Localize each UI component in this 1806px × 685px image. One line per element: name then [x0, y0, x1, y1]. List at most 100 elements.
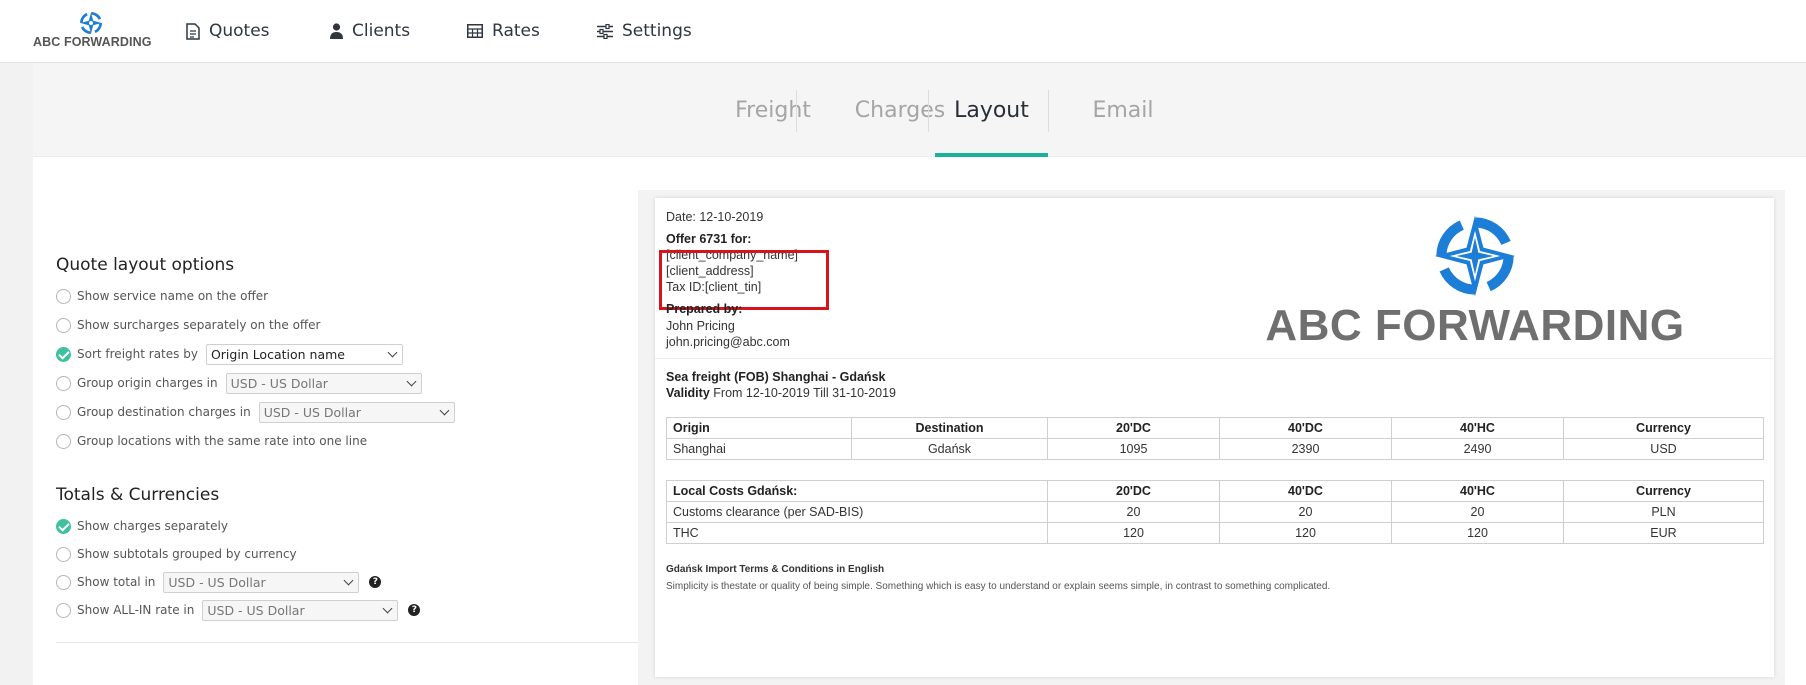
- help-icon[interactable]: ?: [369, 576, 382, 588]
- column-header: Local Costs Gdańsk:: [666, 480, 1048, 502]
- table-cell: 20: [1219, 501, 1392, 523]
- table-cell: 20: [1391, 501, 1564, 523]
- option-sort-freight[interactable]: Sort freight rates by Origin Location na…: [56, 343, 403, 365]
- compass-logo-icon: [1434, 215, 1516, 297]
- active-tab-indicator: [935, 153, 1048, 157]
- offer-for-label: Offer 6731 for:: [666, 232, 752, 246]
- help-icon[interactable]: ?: [408, 604, 421, 616]
- document-icon: [186, 22, 200, 40]
- chevron-down-icon: [387, 347, 398, 357]
- freight-title: Sea freight (FOB) Shanghai - Gdańsk: [666, 370, 885, 384]
- table-header-row: Local Costs Gdańsk: 20'DC 40'DC 40'HC Cu…: [666, 480, 1764, 502]
- option-label: Group locations with the same rate into …: [77, 434, 368, 448]
- tab-layout[interactable]: Layout: [935, 63, 1048, 157]
- radio-show-total[interactable]: [56, 574, 71, 590]
- option-label: Sort freight rates by: [77, 347, 198, 361]
- chevron-down-icon: [382, 603, 393, 613]
- radio-group-locations[interactable]: [56, 433, 71, 449]
- terms-body: Simplicity is thestate or quality of bei…: [666, 581, 1331, 592]
- column-header: Origin: [666, 417, 852, 439]
- freight-rates-table: Origin Destination 20'DC 40'DC 40'HC Cur…: [666, 417, 1764, 460]
- column-header: 20'DC: [1047, 417, 1220, 439]
- option-group-origin[interactable]: Group origin charges in USD - US Dollar: [56, 372, 422, 394]
- preparer-name: John Pricing: [666, 319, 735, 333]
- radio-show-subtotals[interactable]: [56, 546, 71, 562]
- validity-label: Validity: [666, 386, 710, 400]
- option-show-service-name[interactable]: Show service name on the offer: [56, 285, 268, 307]
- option-label: Group origin charges in: [77, 376, 218, 390]
- radio-group-destination[interactable]: [56, 404, 71, 420]
- user-icon: [330, 23, 343, 39]
- table-cell: 20: [1047, 501, 1220, 523]
- local-costs-table: Local Costs Gdańsk: 20'DC 40'DC 40'HC Cu…: [666, 480, 1764, 544]
- column-header: Currency: [1563, 417, 1764, 439]
- brand-logo[interactable]: ABC FORWARDING: [33, 12, 152, 52]
- table-cell: 120: [1391, 522, 1564, 544]
- chevron-down-icon: [406, 376, 417, 386]
- table-cell: Customs clearance (per SAD-BIS): [666, 501, 1048, 523]
- option-label: Show subtotals grouped by currency: [77, 547, 297, 561]
- terms-title: Gdańsk Import Terms & Conditions in Engl…: [666, 564, 885, 575]
- group-destination-select[interactable]: USD - US Dollar: [258, 401, 455, 423]
- option-label: Show total in: [77, 575, 156, 589]
- nav-clients[interactable]: Clients: [330, 18, 410, 44]
- option-show-charges-separately[interactable]: Show charges separately: [56, 515, 228, 537]
- nav-rates[interactable]: Rates: [467, 18, 540, 44]
- radio-group-origin[interactable]: [56, 375, 71, 391]
- group-origin-select[interactable]: USD - US Dollar: [225, 372, 422, 394]
- option-label: Show service name on the offer: [77, 289, 269, 303]
- table-cell: 2390: [1219, 438, 1392, 460]
- table-cell: 1095: [1047, 438, 1220, 460]
- chevron-down-icon: [343, 575, 354, 585]
- prepared-by-label: Prepared by:: [666, 302, 743, 316]
- table-cell: 2490: [1391, 438, 1564, 460]
- radio-show-allin[interactable]: [56, 602, 71, 618]
- table-header-row: Origin Destination 20'DC 40'DC 40'HC Cur…: [666, 417, 1764, 439]
- nav-quotes[interactable]: Quotes: [186, 18, 270, 44]
- highlight-box: [659, 250, 829, 310]
- select-value: USD - US Dollar: [207, 602, 305, 618]
- offer-for: Offer 6731 for:: [666, 232, 751, 246]
- tab-email[interactable]: Email: [1063, 63, 1183, 157]
- nav-settings[interactable]: Settings: [597, 18, 692, 44]
- column-header: 40'HC: [1391, 417, 1564, 439]
- logo-text: ABC FORWARDING: [1265, 301, 1685, 350]
- radio-show-service-name[interactable]: [56, 288, 71, 304]
- brand-name: ABC FORWARDING: [33, 35, 152, 49]
- table-cell: Gdańsk: [851, 438, 1048, 460]
- select-value: USD - US Dollar: [230, 375, 328, 391]
- option-label: Show ALL-IN rate in: [77, 603, 195, 617]
- table-cell: Shanghai: [666, 438, 852, 460]
- nav-settings-label: Settings: [622, 21, 692, 41]
- option-show-subtotals[interactable]: Show subtotals grouped by currency: [56, 543, 297, 565]
- option-group-destination[interactable]: Group destination charges in USD - US Do…: [56, 401, 455, 423]
- sort-freight-select[interactable]: Origin Location name: [205, 343, 403, 365]
- option-label: Group destination charges in: [77, 405, 251, 419]
- compass-logo-icon: [80, 12, 102, 34]
- tab-freight[interactable]: Freight: [693, 63, 853, 157]
- table-row: THC 120 120 120 EUR: [666, 522, 1764, 544]
- divider: [56, 642, 651, 643]
- option-show-total[interactable]: Show total in USD - US Dollar ?: [56, 571, 382, 593]
- option-show-allin[interactable]: Show ALL-IN rate in USD - US Dollar ?: [56, 599, 421, 621]
- option-show-surcharges[interactable]: Show surcharges separately on the offer: [56, 314, 321, 336]
- show-allin-select[interactable]: USD - US Dollar: [202, 599, 399, 621]
- radio-sort-freight[interactable]: [56, 346, 71, 362]
- show-total-select[interactable]: USD - US Dollar: [163, 571, 360, 593]
- select-value: USD - US Dollar: [263, 404, 361, 420]
- sliders-icon: [597, 23, 613, 39]
- main-panel: Freight Charges Layout Email Quote layou…: [33, 63, 1806, 685]
- radio-show-charges-separately[interactable]: [56, 518, 71, 534]
- column-header: 20'DC: [1047, 480, 1220, 502]
- column-header: 40'DC: [1219, 417, 1392, 439]
- option-label: Show surcharges separately on the offer: [77, 318, 321, 332]
- option-group-locations[interactable]: Group locations with the same rate into …: [56, 430, 367, 452]
- divider: [655, 358, 1774, 359]
- radio-show-surcharges[interactable]: [56, 317, 71, 333]
- offer-date: Date: 12-10-2019: [666, 210, 764, 224]
- validity-value: From 12-10-2019 Till 31-10-2019: [713, 386, 897, 400]
- select-value: Origin Location name: [210, 346, 345, 362]
- option-label: Show charges separately: [77, 519, 228, 533]
- table-cell: USD: [1563, 438, 1764, 460]
- tab-separator: [1048, 90, 1049, 132]
